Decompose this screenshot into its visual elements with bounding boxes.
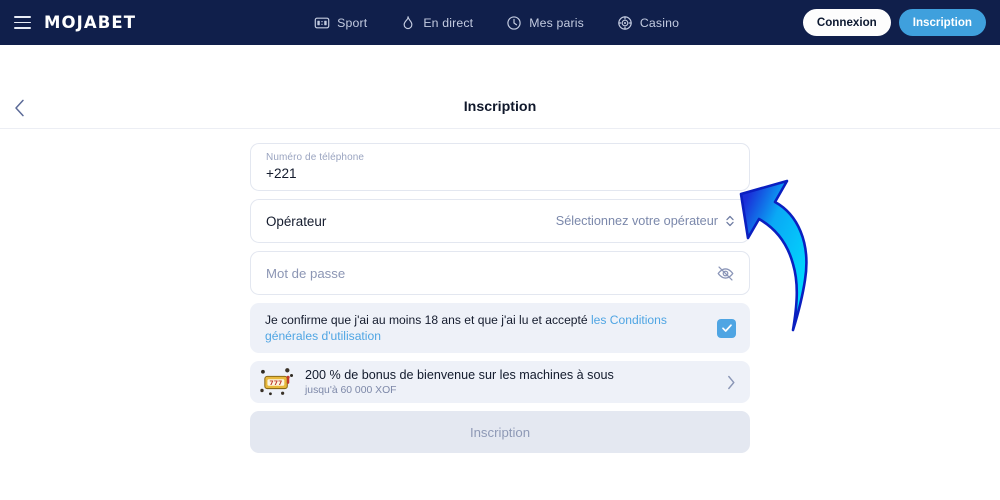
consent-text: Je confirme que j'ai au moins 18 ans et … (265, 312, 707, 344)
nav-item-mes-paris[interactable]: Mes paris (506, 15, 584, 31)
clock-icon (507, 15, 521, 30)
nav-label-sport: Sport (337, 15, 368, 30)
nav-item-en-direct[interactable]: En direct (400, 15, 473, 31)
bonus-banner[interactable]: 777 200 % de bonus de bienvenue sur les … (250, 361, 750, 403)
slot-machine-icon: 777 (260, 368, 294, 396)
registration-form: Numéro de téléphone +221 Opérateur Sélec… (250, 143, 750, 453)
password-visibility-toggle[interactable] (716, 264, 735, 283)
operator-label: Opérateur (266, 213, 327, 229)
svg-text:777: 777 (269, 380, 282, 387)
password-input[interactable]: Mot de passe (266, 266, 345, 281)
password-field[interactable]: Mot de passe (250, 251, 750, 295)
nav-label-mes-paris: Mes paris (529, 15, 584, 30)
nav-label-en-direct: En direct (423, 15, 474, 30)
hamburger-icon[interactable] (14, 16, 31, 29)
page-title: Inscription (463, 99, 537, 115)
casino-chip-icon (618, 15, 632, 30)
scoreboard-icon (314, 17, 330, 28)
bonus-text-group: 200 % de bonus de bienvenue sur les mach… (305, 368, 718, 396)
login-button[interactable]: Connexion (802, 9, 891, 36)
brand-logo[interactable]: MOJABET (44, 13, 136, 32)
phone-number-label: Numéro de téléphone (266, 152, 365, 163)
flame-icon (403, 15, 413, 29)
operator-placeholder: Sélectionnez votre opérateur (555, 214, 718, 228)
chevron-updown-icon (726, 215, 734, 227)
nav-item-casino[interactable]: Casino (617, 15, 679, 31)
chevron-right-icon (728, 375, 735, 389)
submit-registration-button[interactable]: Inscription (250, 411, 750, 453)
phone-number-input[interactable]: +221 (266, 166, 734, 181)
consent-row[interactable]: Je confirme que j'ai au moins 18 ans et … (250, 303, 750, 353)
nav-label-casino: Casino (639, 15, 680, 30)
curved-arrow-up-left-icon (739, 179, 808, 332)
bonus-title: 200 % de bonus de bienvenue sur les mach… (305, 368, 614, 382)
eye-off-icon (717, 265, 734, 281)
operator-select[interactable]: Opérateur Sélectionnez votre opérateur (250, 199, 750, 243)
top-navigation-bar: MOJABET Sport En direct Mes paris Casino… (0, 0, 1000, 45)
nav-item-sport[interactable]: Sport (314, 15, 367, 31)
brand-group: MOJABET (0, 13, 136, 32)
page-title-bar: Inscription (0, 45, 1000, 129)
bonus-subtitle: jusqu'à 60 000 XOF (305, 385, 397, 396)
auth-buttons: Connexion Inscription (802, 9, 1000, 36)
main-nav: Sport En direct Mes paris Casino (314, 15, 679, 31)
operator-value-group: Sélectionnez votre opérateur (556, 214, 735, 228)
phone-number-field[interactable]: Numéro de téléphone +221 (250, 143, 750, 191)
signup-button[interactable]: Inscription (898, 9, 986, 36)
checkmark-icon (721, 324, 732, 332)
consent-text-main: Je confirme que j'ai au moins 18 ans et … (265, 313, 591, 327)
consent-checkbox[interactable] (717, 318, 736, 338)
